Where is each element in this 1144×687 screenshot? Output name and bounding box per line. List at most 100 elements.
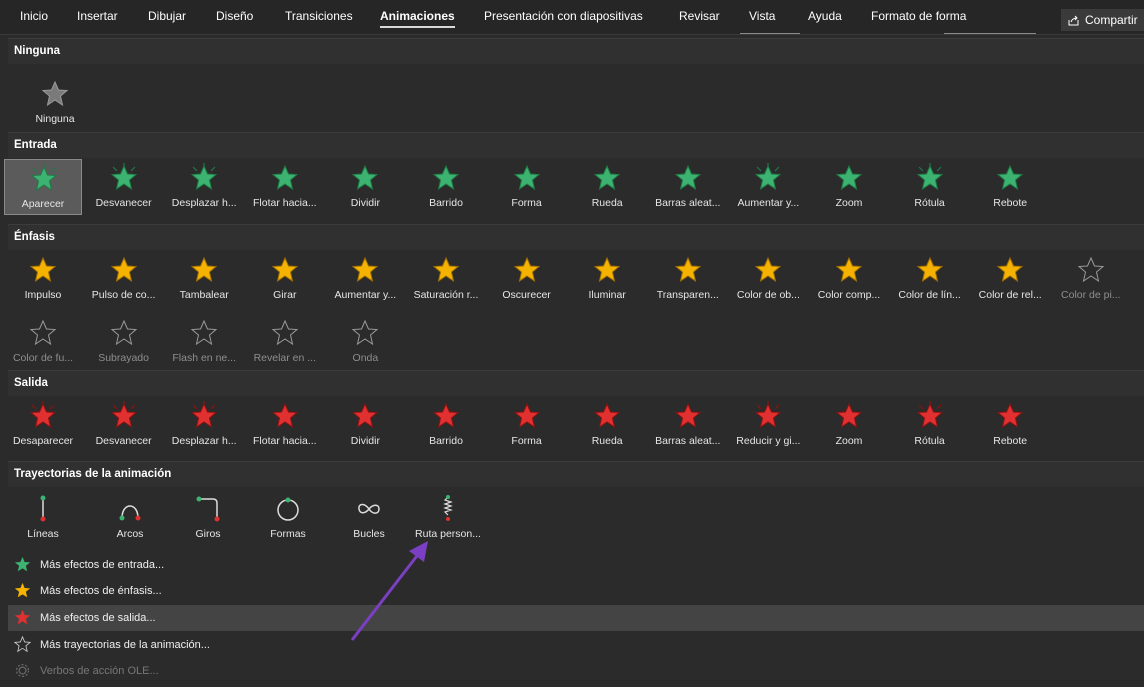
tab-revisar[interactable]: Revisar [679,9,720,23]
entrance-animation-7[interactable]: Forma [488,159,566,215]
animation-label: Flotar hacia... [252,197,317,209]
exit-animation-9[interactable]: Barras aleat... [649,397,727,453]
path-bucles[interactable]: Bucles [330,490,408,546]
animation-label: Flash en ne... [172,352,236,364]
exit-animation-12[interactable]: Rótula [891,397,969,453]
share-button[interactable]: Compartir [1061,9,1144,31]
emphasis-animation-16[interactable]: Subrayado [85,314,163,370]
animation-label: Rebote [993,435,1028,447]
entrance-animation-1[interactable]: Aparecer [4,159,82,215]
menu-more-emphasis[interactable]: Más efectos de énfasis... [8,578,1144,604]
tab-inicio[interactable]: Inicio [20,9,48,23]
path-formas[interactable]: Formas [249,490,327,546]
entrance-animation-12[interactable]: Rótula [891,159,969,215]
entrance-animation-9[interactable]: Barras aleat... [649,159,727,215]
exit-animation-3[interactable]: Desplazar h... [165,397,243,453]
entrance-animation-10[interactable]: Aumentar y... [729,159,807,215]
tab-insertar[interactable]: Insertar [77,9,118,23]
emphasis-animation-2[interactable]: Pulso de co... [85,251,163,307]
animation-label: Aparecer [21,198,65,210]
animation-label: Aumentar y... [334,289,397,301]
entrance-animation-8[interactable]: Rueda [568,159,646,215]
entrance-animation-11[interactable]: Zoom [810,159,888,215]
emphasis-animation-8[interactable]: Iluminar [568,251,646,307]
exit-animation-10[interactable]: Reducir y gi... [729,397,807,453]
custom-path-icon [443,495,453,521]
menu-label: Más efectos de entrada... [40,559,165,571]
entrance-animation-3[interactable]: Desplazar h... [165,159,243,215]
entrance-animation-13[interactable]: Rebote [971,159,1049,215]
green-star-icon [271,164,299,191]
gold-star-icon [996,256,1024,283]
green-star-icon [835,164,863,191]
animation-label: Color comp... [817,289,881,301]
emphasis-animation-1[interactable]: Impulso [4,251,82,307]
menu-more-paths[interactable]: Más trayectorias de la animación... [8,632,1144,658]
exit-animation-6[interactable]: Barrido [407,397,485,453]
animation-label: Barras aleat... [655,197,721,209]
emphasis-animation-17[interactable]: Flash en ne... [165,314,243,370]
menu-label: Más trayectorias de la animación... [40,639,210,651]
exit-animation-11[interactable]: Zoom [810,397,888,453]
gold-star-icon [271,256,299,283]
emphasis-animation-7[interactable]: Oscurecer [488,251,566,307]
animation-label: Zoom [835,197,863,209]
menu-more-exit[interactable]: Más efectos de salida... [8,605,1144,631]
emphasis-animation-14[interactable]: Color de pi... [1052,251,1130,307]
animation-label: Zoom [835,435,863,447]
tab-presentacion[interactable]: Presentación con diapositivas [484,9,643,23]
section-header-entrance: Entrada [8,132,1144,158]
emphasis-animation-9[interactable]: Transparen... [649,251,727,307]
exit-animation-8[interactable]: Rueda [568,397,646,453]
menu-ole-verbs[interactable]: Verbos de acción OLE... [8,658,1144,684]
red-star-icon [593,402,621,429]
animation-label: Tambalear [179,289,229,301]
green-star-icon [110,163,137,191]
emphasis-animation-10[interactable]: Color de ob... [729,251,807,307]
emphasis-animation-19[interactable]: Onda [326,314,404,370]
emphasis-animation-5[interactable]: Aumentar y... [326,251,404,307]
exit-animation-2[interactable]: Desvanecer [85,397,163,453]
tab-animaciones[interactable]: Animaciones [380,9,455,28]
emphasis-animation-11[interactable]: Color comp... [810,251,888,307]
green-star-icon [14,556,31,572]
emphasis-animation-3[interactable]: Tambalear [165,251,243,307]
animation-label: Barras aleat... [655,435,721,447]
animation-label: Oscurecer [502,289,551,301]
tab-formato-de-forma[interactable]: Formato de forma [871,9,966,23]
entrance-animation-2[interactable]: Desvanecer [85,159,163,215]
animation-label: Iluminar [588,289,626,301]
section-header-emphasis: Énfasis [8,224,1144,250]
menu-more-entrance[interactable]: Más efectos de entrada... [8,552,1144,578]
animation-label: Ninguna [35,113,75,125]
animation-none[interactable]: Ninguna [16,75,94,131]
emphasis-animation-12[interactable]: Color de lín... [891,251,969,307]
exit-animation-13[interactable]: Rebote [971,397,1049,453]
entrance-animation-5[interactable]: Dividir [326,159,404,215]
animation-label: Color de lín... [898,289,961,301]
path-giros[interactable]: Giros [169,490,247,546]
path-lineas[interactable]: Líneas [4,490,82,546]
exit-animation-1[interactable]: Desaparecer [4,397,82,453]
tab-diseno[interactable]: Diseño [216,9,253,23]
entrance-animation-4[interactable]: Flotar hacia... [246,159,324,215]
exit-animation-5[interactable]: Dividir [326,397,404,453]
animation-label: Color de rel... [978,289,1042,301]
entrance-animation-6[interactable]: Barrido [407,159,485,215]
emphasis-animation-13[interactable]: Color de rel... [971,251,1049,307]
red-star-icon [190,401,218,429]
tab-ayuda[interactable]: Ayuda [808,9,842,23]
tab-vista[interactable]: Vista [749,9,775,23]
path-ruta-personalizada[interactable]: Ruta person... [409,490,487,546]
emphasis-animation-15[interactable]: Color de fu... [4,314,82,370]
tab-transiciones[interactable]: Transiciones [285,9,353,23]
path-label: Arcos [116,528,144,540]
emphasis-animation-6[interactable]: Saturación r... [407,251,485,307]
exit-animation-4[interactable]: Flotar hacia... [246,397,324,453]
emphasis-animation-4[interactable]: Girar [246,251,324,307]
path-arcos[interactable]: Arcos [91,490,169,546]
exit-animation-7[interactable]: Forma [488,397,566,453]
emphasis-animation-18[interactable]: Revelar en ... [246,314,324,370]
gold-star-icon [29,319,57,346]
tab-dibujar[interactable]: Dibujar [148,9,186,23]
